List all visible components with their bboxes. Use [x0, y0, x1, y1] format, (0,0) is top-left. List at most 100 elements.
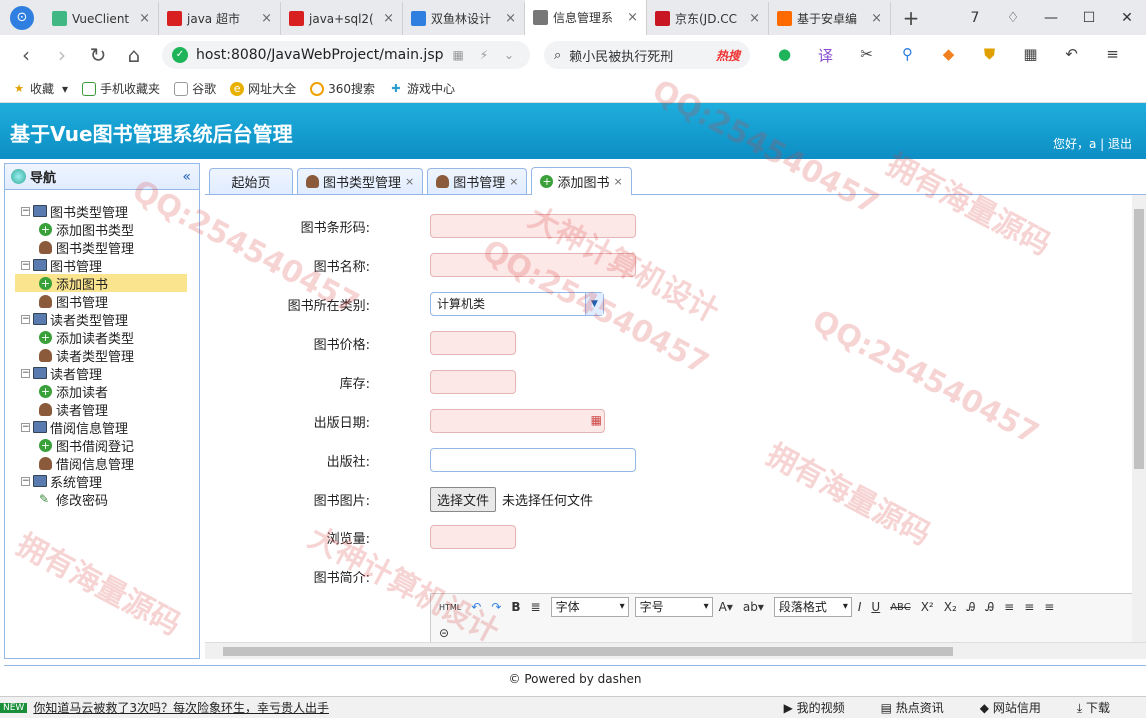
bookmark-favorites[interactable]: ★ 收藏 ▾ — [12, 80, 68, 97]
scissors-icon[interactable]: ✂ — [846, 45, 887, 66]
collapse-toggle-icon[interactable]: − — [21, 314, 30, 324]
clear-style-icon[interactable]: Ꭿ — [985, 600, 994, 615]
superscript-icon[interactable]: X² — [921, 600, 934, 614]
nav-tree-item[interactable]: − 借阅信息管理 — [15, 418, 187, 437]
nav-tree-item[interactable]: 读者类型管理 — [15, 346, 187, 365]
shirt-icon[interactable]: ♢ — [994, 10, 1032, 26]
wechat-icon[interactable]: ● — [764, 45, 805, 66]
bookmark-directory[interactable]: e 网址大全 — [230, 80, 296, 97]
url-input[interactable]: ✓ host:8080/JavaWebProject/main.jsp ▦ ⚡ … — [162, 41, 530, 69]
subscript-icon[interactable]: X₂ — [944, 600, 957, 614]
html-icon[interactable]: HTML — [439, 603, 461, 612]
nav-tree-item[interactable]: − 系统管理 — [15, 472, 187, 491]
bookmark-mobile[interactable]: 手机收藏夹 — [82, 80, 160, 97]
choose-file-button[interactable]: 选择文件 — [430, 486, 497, 512]
format-icon[interactable]: ≣ — [531, 600, 541, 614]
browser-tab[interactable]: 京东(JD.CC × — [647, 2, 769, 35]
image-file-input[interactable]: 选择文件 未选择任何文件 — [430, 486, 593, 512]
tab-add-book[interactable]: + 添加图书 × — [531, 167, 632, 195]
align-justify-icon[interactable]: ≡ — [1044, 600, 1054, 614]
home-icon[interactable]: ⌂ — [116, 43, 152, 67]
nav-tree-item[interactable]: + 添加读者 — [15, 382, 187, 401]
nav-tree-item[interactable]: ✎ 修改密码 — [15, 490, 187, 509]
collapse-toggle-icon[interactable]: − — [21, 476, 30, 486]
calendar-icon[interactable]: ▦ — [591, 413, 602, 427]
close-icon[interactable]: × — [865, 11, 882, 26]
italic-icon[interactable]: I — [858, 600, 862, 614]
news-link[interactable]: 你知道马云被救了3次吗？每次险象环生，幸亏贵人出手 — [33, 699, 329, 716]
align-left-icon[interactable]: ≡ — [1004, 600, 1014, 614]
browser-tab-active[interactable]: 信息管理系 × — [525, 0, 647, 35]
category-select[interactable]: 计算机类 ▼ — [430, 292, 604, 316]
close-icon[interactable]: × — [509, 175, 518, 188]
scroll-thumb[interactable] — [1134, 209, 1144, 469]
browser-logo-icon[interactable]: ⊙ — [0, 0, 44, 35]
user-info[interactable]: 您好，a | 退出 — [1053, 135, 1132, 152]
nav-tree-item[interactable]: 图书类型管理 — [15, 238, 187, 257]
align-right-icon[interactable]: ≡ — [1024, 600, 1034, 614]
refresh-icon[interactable]: ↻ — [80, 43, 116, 67]
font-size-select[interactable]: 字号 — [634, 597, 713, 617]
tab-home[interactable]: 起始页 — [209, 168, 293, 194]
nav-tree-item[interactable]: − 读者管理 — [15, 364, 187, 383]
translate-icon[interactable]: 译 — [805, 45, 846, 66]
bookmark-google[interactable]: 谷歌 — [174, 80, 216, 97]
underline-icon[interactable]: U — [871, 600, 880, 614]
nav-tree-item[interactable]: + 添加读者类型 — [15, 328, 187, 347]
undo-icon[interactable]: ↶ — [1051, 45, 1092, 66]
menu-icon[interactable]: ≡ — [1092, 45, 1133, 66]
tab-book[interactable]: 图书管理 × — [427, 168, 528, 194]
collapse-toggle-icon[interactable]: − — [21, 368, 30, 378]
status-item-download[interactable]: ⤓ 下载 — [1077, 699, 1128, 716]
shield-badge-icon[interactable]: ⛊ — [969, 45, 1010, 66]
highlight-icon[interactable]: ab▾ — [743, 600, 764, 614]
undo-icon[interactable]: ↶ — [471, 600, 481, 614]
views-input[interactable] — [430, 525, 516, 549]
close-icon[interactable]: × — [377, 11, 394, 26]
publisher-input[interactable] — [430, 448, 636, 472]
nav-tree-item[interactable]: 借阅信息管理 — [15, 454, 187, 473]
bookmark-360search[interactable]: 360搜索 — [310, 80, 375, 97]
browser-tab[interactable]: java 超市 × — [159, 2, 281, 35]
collapse-toggle-icon[interactable]: − — [21, 206, 30, 216]
strikethrough-icon[interactable]: ABC — [890, 602, 911, 613]
browser-tab[interactable]: 基于安卓编 × — [769, 2, 891, 35]
nav-tree-item[interactable]: + 添加图书类型 — [15, 220, 187, 239]
game-icon[interactable]: ◆ — [928, 45, 969, 66]
status-item-video[interactable]: ▶ 我的视频 — [784, 699, 863, 716]
close-icon[interactable]: × — [405, 175, 414, 188]
barcode-input[interactable] — [430, 214, 636, 238]
forward-icon[interactable]: › — [44, 43, 80, 67]
nav-tree-item[interactable]: 图书管理 — [15, 292, 187, 311]
nav-tree-item[interactable]: − 图书管理 — [15, 256, 187, 275]
status-item-credit[interactable]: ◆ 网站信用 — [980, 699, 1059, 716]
rich-text-editor[interactable]: HTML ↶ ↷ B ≣ 字体 字号 A▾ ab▾ 段落格式 I U ABC X… — [430, 593, 1146, 642]
nav-tree-item[interactable]: − 读者类型管理 — [15, 310, 187, 329]
magnifier-icon[interactable]: ⚲ — [887, 45, 928, 66]
minimize-icon[interactable]: — — [1032, 10, 1070, 26]
close-icon[interactable]: × — [133, 11, 150, 26]
paragraph-select[interactable]: 段落格式 — [773, 597, 852, 617]
tab-count-icon[interactable]: 7 — [956, 10, 994, 26]
horizontal-scrollbar[interactable] — [205, 642, 1146, 659]
close-icon[interactable]: × — [743, 11, 760, 26]
status-item-news[interactable]: ▤ 热点资讯 — [881, 699, 962, 716]
collapse-icon[interactable]: « — [182, 169, 191, 185]
bookmark-games[interactable]: ✚ 游戏中心 — [389, 80, 455, 97]
close-icon[interactable]: × — [621, 10, 638, 25]
stock-input[interactable] — [430, 370, 516, 394]
collapse-toggle-icon[interactable]: − — [21, 260, 30, 270]
scroll-thumb[interactable] — [223, 647, 953, 656]
url-tools-icon[interactable]: ▦ ⚡ ⌄ — [453, 48, 520, 62]
price-input[interactable] — [430, 331, 516, 355]
tab-book-type[interactable]: 图书类型管理 × — [297, 168, 424, 194]
new-tab-icon[interactable]: + — [891, 2, 931, 35]
browser-tab[interactable]: 双鱼林设计 × — [403, 2, 525, 35]
nav-tree-item[interactable]: + 图书借阅登记 — [15, 436, 187, 455]
nav-tree-item[interactable]: + 添加图书 — [15, 274, 187, 293]
publish-date-input[interactable]: ▦ — [430, 409, 605, 433]
font-color-icon[interactable]: A▾ — [719, 600, 733, 614]
maximize-icon[interactable]: ☐ — [1070, 10, 1108, 26]
close-icon[interactable]: × — [499, 11, 516, 26]
close-icon[interactable]: × — [613, 175, 622, 188]
